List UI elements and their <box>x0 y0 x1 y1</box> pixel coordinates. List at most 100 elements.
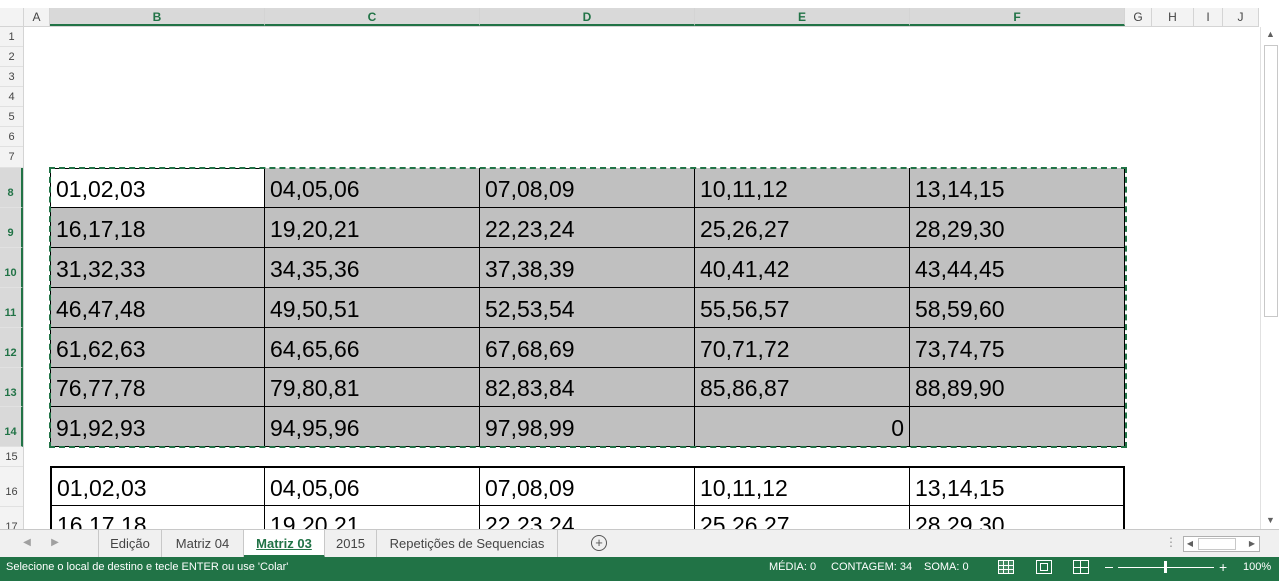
cell-d12[interactable]: 67,68,69 <box>480 328 695 368</box>
cell-f12[interactable]: 73,74,75 <box>910 328 1125 368</box>
row-header-7[interactable]: 7 <box>0 147 23 168</box>
row-header-13[interactable]: 13 <box>0 368 23 407</box>
page-layout-icon[interactable] <box>1036 560 1052 574</box>
cell-f9[interactable]: 28,29,30 <box>910 208 1125 248</box>
tab-splitter-handle-icon[interactable]: ⋮ <box>1165 535 1177 549</box>
column-header-g[interactable]: G <box>1125 8 1152 26</box>
status-sum[interactable]: SOMA: 0 <box>924 557 969 578</box>
cell-d8[interactable]: 07,08,09 <box>480 168 695 208</box>
cell-c16[interactable]: 04,05,06 <box>265 467 480 506</box>
cell-f10[interactable]: 43,44,45 <box>910 248 1125 288</box>
cell-c17[interactable]: 19,20,21 <box>265 506 480 529</box>
tab-2015[interactable]: 2015 <box>325 530 377 557</box>
page-break-icon[interactable] <box>1073 560 1089 574</box>
row-header-10[interactable]: 10 <box>0 248 23 288</box>
cell-e11[interactable]: 55,56,57 <box>695 288 910 328</box>
tab-repeticoes-de-sequencias[interactable]: Repetições de Sequencias <box>377 530 558 557</box>
select-all-corner[interactable] <box>0 8 24 26</box>
cell-e8[interactable]: 10,11,12 <box>695 168 910 208</box>
scroll-up-arrow-icon[interactable]: ▲ <box>1262 29 1279 39</box>
cell-f14[interactable] <box>910 407 1125 447</box>
cell-e10[interactable]: 40,41,42 <box>695 248 910 288</box>
cell-d11[interactable]: 52,53,54 <box>480 288 695 328</box>
row-header-9[interactable]: 9 <box>0 208 23 248</box>
cell-d17[interactable]: 22,23,24 <box>480 506 695 529</box>
cell-b13[interactable]: 76,77,78 <box>50 368 265 407</box>
horizontal-scroll-thumb[interactable] <box>1198 538 1236 550</box>
row-header-16[interactable]: 16 <box>0 467 23 507</box>
cell-e14[interactable]: 0 <box>695 407 910 447</box>
column-header-f[interactable]: F <box>910 8 1125 26</box>
cell-b11[interactable]: 46,47,48 <box>50 288 265 328</box>
row-header-14[interactable]: 14 <box>0 407 23 447</box>
cell-f13[interactable]: 88,89,90 <box>910 368 1125 407</box>
prev-sheet-icon[interactable]: ◀ <box>20 536 34 550</box>
cell-d14[interactable]: 97,98,99 <box>480 407 695 447</box>
tab-matriz-04[interactable]: Matriz 04 <box>162 530 244 557</box>
column-header-d[interactable]: D <box>480 8 695 26</box>
cell-c9[interactable]: 19,20,21 <box>265 208 480 248</box>
row-header-3[interactable]: 3 <box>0 67 23 87</box>
column-header-h[interactable]: H <box>1152 8 1194 26</box>
scroll-left-arrow-icon[interactable]: ◀ <box>1184 537 1196 551</box>
cell-b9[interactable]: 16,17,18 <box>50 208 265 248</box>
column-header-a[interactable]: A <box>24 8 50 26</box>
horizontal-scrollbar[interactable]: ◀ ▶ <box>1183 536 1260 552</box>
row-header-6[interactable]: 6 <box>0 127 23 147</box>
column-header-e[interactable]: E <box>695 8 910 26</box>
vertical-scrollbar[interactable]: ▲ ▼ <box>1260 27 1279 529</box>
scroll-right-arrow-icon[interactable]: ▶ <box>1246 537 1258 551</box>
column-header-i[interactable]: I <box>1194 8 1223 26</box>
row-header-2[interactable]: 2 <box>0 47 23 67</box>
tab-matriz-03[interactable]: Matriz 03 <box>244 530 325 558</box>
next-sheet-icon[interactable]: ▶ <box>48 536 62 550</box>
row-header-8[interactable]: 8 <box>0 168 23 208</box>
cell-e9[interactable]: 25,26,27 <box>695 208 910 248</box>
column-header-c[interactable]: C <box>265 8 480 26</box>
cell-b14[interactable]: 91,92,93 <box>50 407 265 447</box>
cell-f16[interactable]: 13,14,15 <box>910 467 1125 506</box>
cell-c12[interactable]: 64,65,66 <box>265 328 480 368</box>
row-header-4[interactable]: 4 <box>0 87 23 107</box>
cell-d10[interactable]: 37,38,39 <box>480 248 695 288</box>
cell-f11[interactable]: 58,59,60 <box>910 288 1125 328</box>
cell-c10[interactable]: 34,35,36 <box>265 248 480 288</box>
row-header-1[interactable]: 1 <box>0 27 23 47</box>
column-header-b[interactable]: B <box>50 8 265 26</box>
cell-b16[interactable]: 01,02,03 <box>50 467 265 506</box>
cell-b8[interactable]: 01,02,03 <box>50 168 265 208</box>
normal-view-icon[interactable] <box>998 560 1014 574</box>
cell-c8[interactable]: 04,05,06 <box>265 168 480 208</box>
status-count[interactable]: CONTAGEM: 34 <box>831 557 912 578</box>
scroll-down-arrow-icon[interactable]: ▼ <box>1262 515 1279 525</box>
cell-d16[interactable]: 07,08,09 <box>480 467 695 506</box>
tab-edicao[interactable]: Edição <box>99 530 162 557</box>
zoom-slider-thumb[interactable] <box>1164 561 1167 573</box>
zoom-in-icon[interactable]: + <box>1219 560 1227 574</box>
cell-b17[interactable]: 16,17,18 <box>50 506 265 529</box>
cell-c13[interactable]: 79,80,81 <box>265 368 480 407</box>
scroll-thumb[interactable] <box>1264 45 1278 317</box>
cell-c14[interactable]: 94,95,96 <box>265 407 480 447</box>
cell-e16[interactable]: 10,11,12 <box>695 467 910 506</box>
cell-e13[interactable]: 85,86,87 <box>695 368 910 407</box>
row-header-5[interactable]: 5 <box>0 107 23 127</box>
status-average[interactable]: MÉDIA: 0 <box>769 557 816 578</box>
row-header-15[interactable]: 15 <box>0 447 23 467</box>
cell-c11[interactable]: 49,50,51 <box>265 288 480 328</box>
cell-b10[interactable]: 31,32,33 <box>50 248 265 288</box>
cell-e12[interactable]: 70,71,72 <box>695 328 910 368</box>
cell-e17[interactable]: 25,26,27 <box>695 506 910 529</box>
row-header-17[interactable]: 17 <box>0 507 23 529</box>
zoom-level[interactable]: 100% <box>1243 557 1271 578</box>
column-header-j[interactable]: J <box>1223 8 1259 26</box>
cell-b12[interactable]: 61,62,63 <box>50 328 265 368</box>
cell-d13[interactable]: 82,83,84 <box>480 368 695 407</box>
cell-f8[interactable]: 13,14,15 <box>910 168 1125 208</box>
row-header-11[interactable]: 11 <box>0 288 23 328</box>
zoom-out-icon[interactable] <box>1105 567 1113 568</box>
row-header-12[interactable]: 12 <box>0 328 23 368</box>
add-sheet-icon[interactable]: + <box>591 535 607 551</box>
worksheet-grid[interactable]: 01,02,03 04,05,06 07,08,09 10,11,12 13,1… <box>24 27 1259 529</box>
cell-d9[interactable]: 22,23,24 <box>480 208 695 248</box>
